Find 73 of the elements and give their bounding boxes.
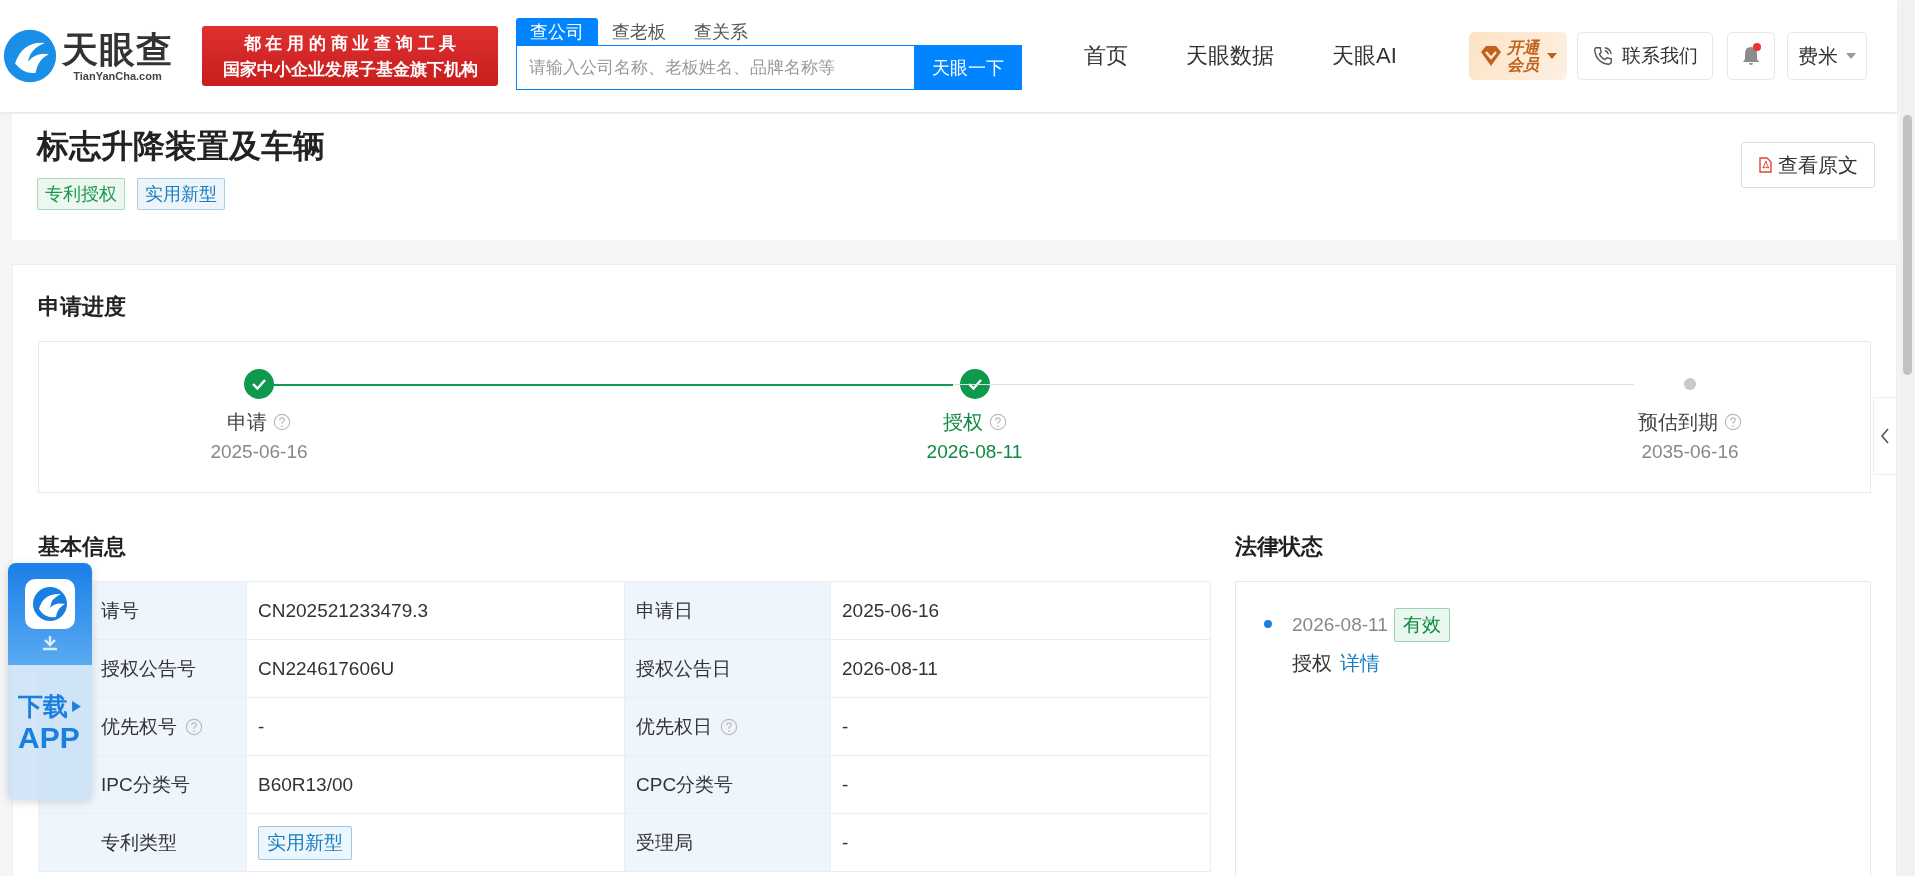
chevron-left-icon (1880, 427, 1890, 445)
help-icon[interactable] (273, 413, 291, 431)
field-label: 受理局 (636, 830, 693, 855)
search-tab[interactable]: 查公司 (516, 18, 598, 45)
field-value: - (842, 715, 849, 738)
field-value: CN224617606U (258, 657, 395, 680)
section-heading: 法律状态 (1235, 533, 1324, 561)
field-value: CN202521233479.3 (258, 599, 429, 622)
details-link[interactable]: 详情 (1340, 650, 1380, 677)
field-label: 专利类型 (101, 830, 177, 855)
collapse-tab[interactable] (1873, 397, 1897, 475)
nav-link[interactable]: 首页 (1084, 41, 1128, 71)
search-field[interactable]: 请输入公司名称、老板姓名、品牌名称等 (516, 45, 914, 90)
play-icon (72, 700, 81, 712)
caret-icon (1845, 53, 1856, 59)
field-label: IPC分类号 (101, 772, 190, 797)
step-date: 2025-06-16 (210, 441, 308, 463)
help-icon[interactable] (185, 717, 203, 736)
field-value: B60R13/00 (258, 773, 354, 796)
download-label: 下载 (18, 691, 92, 721)
vip-button[interactable]: 开通 会员 (1468, 32, 1567, 80)
field-label: CPC分类号 (636, 772, 734, 797)
help-icon[interactable] (1724, 413, 1742, 431)
timeline-dot (1264, 620, 1272, 628)
logo-text[interactable]: 天眼查 (62, 30, 173, 70)
search-button[interactable]: 天眼一下 (914, 45, 1022, 90)
banner-subtitle: 国家中小企业发展子基金旗下机构 (222, 58, 478, 81)
logo-domain: TianYanCha.com (73, 70, 162, 82)
field-value: - (842, 773, 849, 796)
field-label: 优先权日 (636, 714, 712, 739)
step-date: 2026-08-11 (926, 441, 1023, 463)
field-label: 优先权号 (101, 714, 177, 739)
section-heading: 基本信息 (38, 533, 127, 561)
search-tab[interactable]: 查老板 (598, 18, 680, 45)
notification-button[interactable] (1726, 32, 1775, 80)
contact-button[interactable]: 联系我们 (1576, 32, 1713, 80)
app-label: APP (18, 721, 81, 755)
help-icon[interactable] (720, 717, 738, 736)
phone-icon (1591, 45, 1614, 67)
help-icon[interactable] (988, 413, 1007, 431)
step-label: 预估到期 (1638, 409, 1718, 435)
search-tab[interactable]: 查关系 (680, 18, 762, 45)
field-value: - (842, 831, 849, 854)
field-label: 申请日 (636, 598, 693, 623)
caret-icon (1546, 53, 1557, 59)
field-label: 授权公告号 (101, 656, 196, 681)
patent-title: 标志升降装置及车辆 (37, 127, 325, 166)
field-value: 2026-08-11 (842, 657, 938, 680)
banner-slogan: 都 在 用 的 商 业 查 询 工 具 (243, 32, 457, 55)
nav-link[interactable]: 天眼AI (1332, 41, 1397, 71)
field-label: 请号 (101, 598, 139, 623)
view-original-button[interactable]: 查看原文 (1741, 142, 1875, 188)
field-label: 授权公告日 (636, 656, 731, 681)
scrollbar[interactable] (1900, 0, 1915, 876)
download-icon (40, 635, 60, 651)
section-heading: 申请进度 (38, 293, 127, 321)
step-date: 2035-06-16 (1641, 441, 1739, 463)
nav-link[interactable]: 天眼数据 (1186, 41, 1274, 71)
type-tag: 实用新型 (258, 825, 352, 860)
tag: 实用新型 (137, 178, 225, 210)
diamond-icon (1478, 45, 1503, 67)
field-value: 2025-06-16 (842, 599, 940, 622)
tag: 专利授权 (37, 178, 125, 210)
step-label: 申请 (227, 409, 267, 435)
event-date: 2026-08-11 (1292, 614, 1388, 636)
status-tag: 有效 (1393, 608, 1450, 642)
field-value: - (258, 715, 265, 738)
event-name: 授权 (1292, 651, 1332, 676)
app-logo-icon (25, 579, 75, 629)
step-label: 授权 (942, 409, 983, 435)
user-menu[interactable]: 费米 (1786, 32, 1867, 80)
pdf-icon (1758, 157, 1772, 173)
logo-icon[interactable] (2, 28, 58, 84)
